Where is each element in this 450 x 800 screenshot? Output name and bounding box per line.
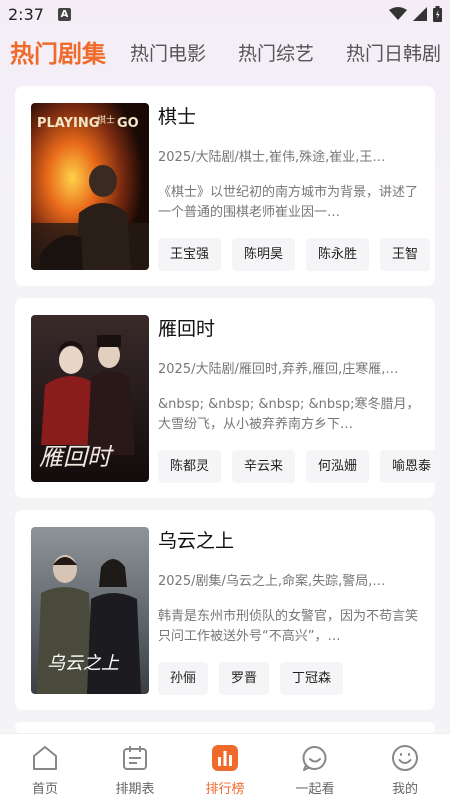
tab-hot-movies[interactable]: 热门电影 [130, 34, 206, 74]
nav-mine-label: 我的 [391, 782, 418, 797]
nav-schedule-label: 排期表 [115, 782, 155, 797]
drama-description: 韩青是东州市刑侦队的女警官，因为不苟言笑只问工作被送外号“不高兴”，… [158, 609, 419, 644]
tab-hot-variety[interactable]: 热门综艺 [238, 34, 314, 74]
status-time: 2:37 [8, 5, 44, 24]
drama-description: &nbsp; &nbsp; &nbsp; &nbsp;寒冬腊月，大雪纷飞，从小被… [158, 397, 420, 432]
svg-text:PLAYING: PLAYING [37, 116, 99, 131]
signal-icon [413, 7, 427, 21]
bottom-nav: 首页 排期表 排行榜 一起看 我的 [0, 733, 450, 800]
poster-image: 乌云之上 [31, 527, 149, 694]
poster-image: 雁回时 [31, 315, 149, 482]
actor-tag[interactable]: 陈明昊 [232, 238, 296, 271]
actor-tag[interactable]: 何泓姗 [306, 450, 370, 483]
actor-tag[interactable]: 王智 [380, 238, 431, 271]
actor-tag[interactable]: 王宝强 [158, 238, 222, 271]
status-bar: 2:37 A [0, 0, 450, 30]
nav-mine[interactable]: 我的 [360, 734, 450, 800]
svg-text:雁回时: 雁回时 [39, 443, 114, 471]
nav-schedule[interactable]: 排期表 [90, 734, 180, 800]
nav-home[interactable]: 首页 [0, 734, 90, 800]
ranking-icon [212, 745, 238, 771]
nav-watch-together-label: 一起看 [295, 782, 335, 797]
drama-card[interactable]: PLAYING GO 棋士 棋士 2025/大陆剧/棋士,崔伟,殊途,崔业,王…… [15, 86, 435, 286]
poster-image: PLAYING GO 棋士 [31, 103, 149, 270]
status-icons [389, 6, 442, 22]
calendar-icon [123, 746, 147, 770]
svg-text:GO: GO [117, 116, 139, 131]
smile-bubble-icon [302, 745, 327, 771]
actor-list: 陈都灵 辛云来 何泓姗 喻恩泰 [158, 450, 435, 484]
actor-tag[interactable]: 辛云来 [232, 450, 296, 483]
drama-card[interactable]: 雁回时 雁回时 2025/大陆剧/雁回时,弃养,雁回,庄寒雁,… &nbsp; … [15, 298, 435, 498]
actor-list: 孙俪 罗晋 丁冠森 [158, 662, 435, 696]
drama-meta: 2025/大陆剧/棋士,崔伟,殊途,崔业,王… [158, 150, 386, 165]
drama-meta: 2025/剧集/乌云之上,命案,失踪,警局,… [158, 574, 386, 589]
actor-tag[interactable]: 陈永胜 [306, 238, 370, 271]
home-icon [33, 746, 57, 770]
battery-icon [433, 6, 442, 22]
actor-tag[interactable]: 陈都灵 [158, 450, 222, 483]
actor-list: 王宝强 陈明昊 陈永胜 王智 [158, 238, 435, 272]
svg-text:乌云之上: 乌云之上 [47, 653, 120, 674]
drama-card[interactable] [15, 722, 435, 733]
category-tabs: 热门剧集 热门电影 热门综艺 热门日韩剧 [0, 34, 450, 74]
notification-a-icon: A [58, 8, 71, 21]
profile-smile-icon [392, 745, 418, 771]
drama-title: 雁回时 [158, 318, 216, 340]
nav-ranking-label: 排行榜 [205, 782, 245, 797]
drama-title: 乌云之上 [158, 530, 235, 552]
drama-meta: 2025/大陆剧/雁回时,弃养,雁回,庄寒雁,… [158, 362, 399, 377]
svg-text:棋士: 棋士 [97, 114, 115, 126]
nav-ranking[interactable]: 排行榜 [180, 734, 270, 800]
nav-watch-together[interactable]: 一起看 [270, 734, 360, 800]
actor-tag[interactable]: 罗晋 [219, 662, 270, 695]
tab-hot-series[interactable]: 热门剧集 [10, 34, 106, 74]
drama-title: 棋士 [158, 106, 197, 128]
drama-card[interactable]: 乌云之上 乌云之上 2025/剧集/乌云之上,命案,失踪,警局,… 韩青是东州市… [15, 510, 435, 710]
wifi-icon [389, 7, 407, 20]
actor-tag[interactable]: 丁冠森 [280, 662, 344, 695]
actor-tag[interactable]: 喻恩泰 [380, 450, 435, 483]
tab-hot-jk-drama[interactable]: 热门日韩剧 [346, 34, 441, 74]
nav-home-label: 首页 [31, 782, 58, 797]
actor-tag[interactable]: 孙俪 [158, 662, 209, 695]
drama-description: 《棋士》以世纪初的南方城市为背景，讲述了一个普通的围棋老师崔业因一… [158, 185, 419, 220]
